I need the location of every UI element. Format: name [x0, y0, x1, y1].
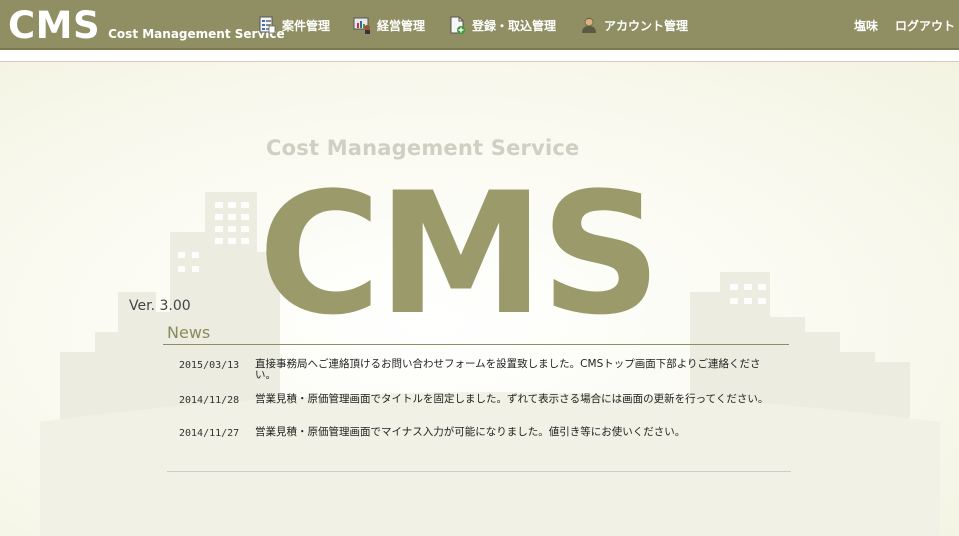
- user-name-link[interactable]: 塩味: [854, 0, 878, 50]
- news-text: 営業見積・原価管理画面でマイナス入力が可能になりました。値引き等にお使いください…: [255, 426, 686, 438]
- brand[interactable]: CMS Cost Management Service: [8, 4, 285, 48]
- news-text: 営業見積・原価管理画面でタイトルを固定しました。ずれて表示さる場合には画面の更新…: [255, 393, 769, 405]
- news-date: 2014/11/27: [179, 428, 240, 439]
- logout-link[interactable]: ログアウト: [895, 0, 955, 50]
- document-list-icon: [258, 16, 276, 34]
- version-label: Ver. 3.00: [129, 298, 191, 314]
- nav-item-project-management[interactable]: 案件管理: [258, 0, 330, 50]
- news-divider: [163, 344, 789, 345]
- nav-label: アカウント管理: [604, 18, 689, 33]
- news-heading: News: [167, 323, 211, 342]
- news-date: 2015/03/13: [179, 360, 240, 371]
- brand-logo: CMS: [8, 4, 101, 47]
- nav-label: 案件管理: [282, 18, 331, 33]
- nav-item-business-management[interactable]: 経営管理: [353, 0, 425, 50]
- news-date: 2014/11/28: [179, 395, 240, 406]
- hero-banner: Cost Management Service CMS Ver. 3.00: [0, 62, 959, 536]
- hero-logo: CMS: [258, 156, 661, 352]
- document-add-icon: [448, 16, 466, 34]
- nav-item-account-management[interactable]: アカウント管理: [580, 0, 688, 50]
- nav-item-registration-import[interactable]: 登録・取込管理: [448, 0, 556, 50]
- nav-label: 登録・取込管理: [472, 18, 557, 33]
- presentation-chart-icon: [353, 16, 371, 34]
- user-account-icon: [580, 16, 598, 34]
- news-text: 直接事務局へご連絡頂けるお問い合わせフォームを設置致しました。CMSトップ画面下…: [255, 358, 761, 381]
- nav-label: 経営管理: [377, 18, 426, 33]
- news-bottom-divider: [167, 471, 791, 472]
- top-header-bar: CMS Cost Management Service 案件管理 経営管理 登録…: [0, 0, 959, 50]
